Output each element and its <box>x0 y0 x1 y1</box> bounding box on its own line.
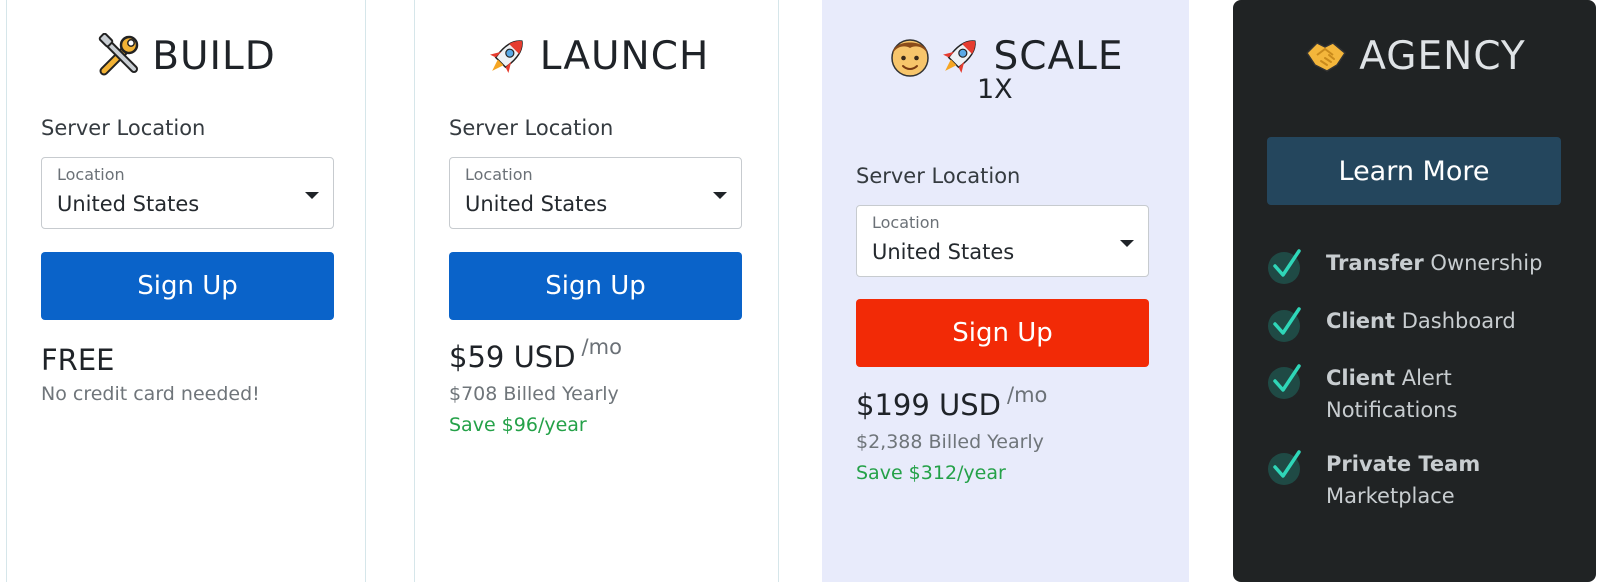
savings-text: Save $312/year <box>856 462 1006 484</box>
caret-down-icon <box>1120 240 1134 247</box>
sign-up-button[interactable]: Sign Up <box>856 299 1149 367</box>
feature-rest: Ownership <box>1430 251 1543 275</box>
checkmark-icon <box>1267 247 1305 285</box>
location-select[interactable]: Location United States <box>449 157 742 229</box>
feature-rest-line2: Notifications <box>1326 398 1458 422</box>
location-value: United States <box>872 240 1015 264</box>
person-icon <box>887 33 933 79</box>
price: $59 USD/mo <box>449 335 622 374</box>
feature-text: Client Alert Notifications <box>1326 362 1457 426</box>
feature-bold: Client <box>1326 309 1396 333</box>
plan-title: LAUNCH <box>539 33 710 79</box>
server-location-label: Server Location <box>449 116 614 140</box>
price-period: /mo <box>581 335 622 359</box>
checkmark-icon <box>1267 448 1305 486</box>
feature-rest-line2: Marketplace <box>1326 484 1455 508</box>
billed-yearly: $2,388 Billed Yearly <box>856 431 1044 453</box>
location-value: United States <box>57 192 200 216</box>
location-caption: Location <box>465 165 533 184</box>
feature-text: Private Team Marketplace <box>1326 448 1480 512</box>
plan-header: LAUNCH <box>415 30 778 82</box>
price: FREE <box>41 343 115 377</box>
location-value: United States <box>465 192 608 216</box>
learn-more-button[interactable]: Learn More <box>1267 137 1561 205</box>
billed-yearly: $708 Billed Yearly <box>449 383 619 405</box>
rocket-icon <box>937 33 983 79</box>
plan-card-scale: SCALE 1X Server Location Location United… <box>822 0 1189 582</box>
feature-rest: Alert <box>1401 366 1452 390</box>
location-select[interactable]: Location United States <box>41 157 334 229</box>
price-amount: $59 USD <box>449 340 576 374</box>
rocket-icon <box>484 33 530 79</box>
plan-card-agency: AGENCY Learn More Transfer Ownership Cli… <box>1233 0 1596 582</box>
feature-bold: Transfer <box>1326 251 1424 275</box>
sign-up-button[interactable]: Sign Up <box>41 252 334 320</box>
server-location-label: Server Location <box>41 116 206 140</box>
sign-up-button[interactable]: Sign Up <box>449 252 742 320</box>
location-select[interactable]: Location United States <box>856 205 1149 277</box>
checkmark-icon <box>1267 305 1305 343</box>
savings-text: Save $96/year <box>449 414 587 436</box>
tier-label: 1X <box>977 74 1013 105</box>
caret-down-icon <box>305 192 319 199</box>
price: $199 USD/mo <box>856 383 1047 422</box>
location-caption: Location <box>57 165 125 184</box>
plan-title: SCALE <box>993 33 1124 79</box>
feature-bold: Private Team <box>1326 452 1481 476</box>
handshake-icon <box>1303 33 1349 79</box>
price-note: No credit card needed! <box>41 383 260 405</box>
feature-rest: Dashboard <box>1401 309 1516 333</box>
plan-card-build: BUILD Server Location Location United St… <box>6 0 366 582</box>
price-amount: $199 USD <box>856 388 1001 422</box>
feature-text: Client Dashboard <box>1326 305 1516 337</box>
plan-card-launch: LAUNCH Server Location Location United S… <box>414 0 779 582</box>
server-location-label: Server Location <box>856 164 1021 188</box>
checkmark-icon <box>1267 362 1305 400</box>
plan-header: AGENCY <box>1233 30 1596 82</box>
feature-bold: Client <box>1326 366 1396 390</box>
price-period: /mo <box>1007 383 1048 407</box>
plan-title: BUILD <box>152 33 276 79</box>
plan-title: AGENCY <box>1359 33 1526 79</box>
feature-text: Transfer Ownership <box>1326 247 1542 279</box>
location-caption: Location <box>872 213 940 232</box>
caret-down-icon <box>713 192 727 199</box>
tools-icon <box>96 33 142 79</box>
plan-header: BUILD <box>7 30 365 82</box>
